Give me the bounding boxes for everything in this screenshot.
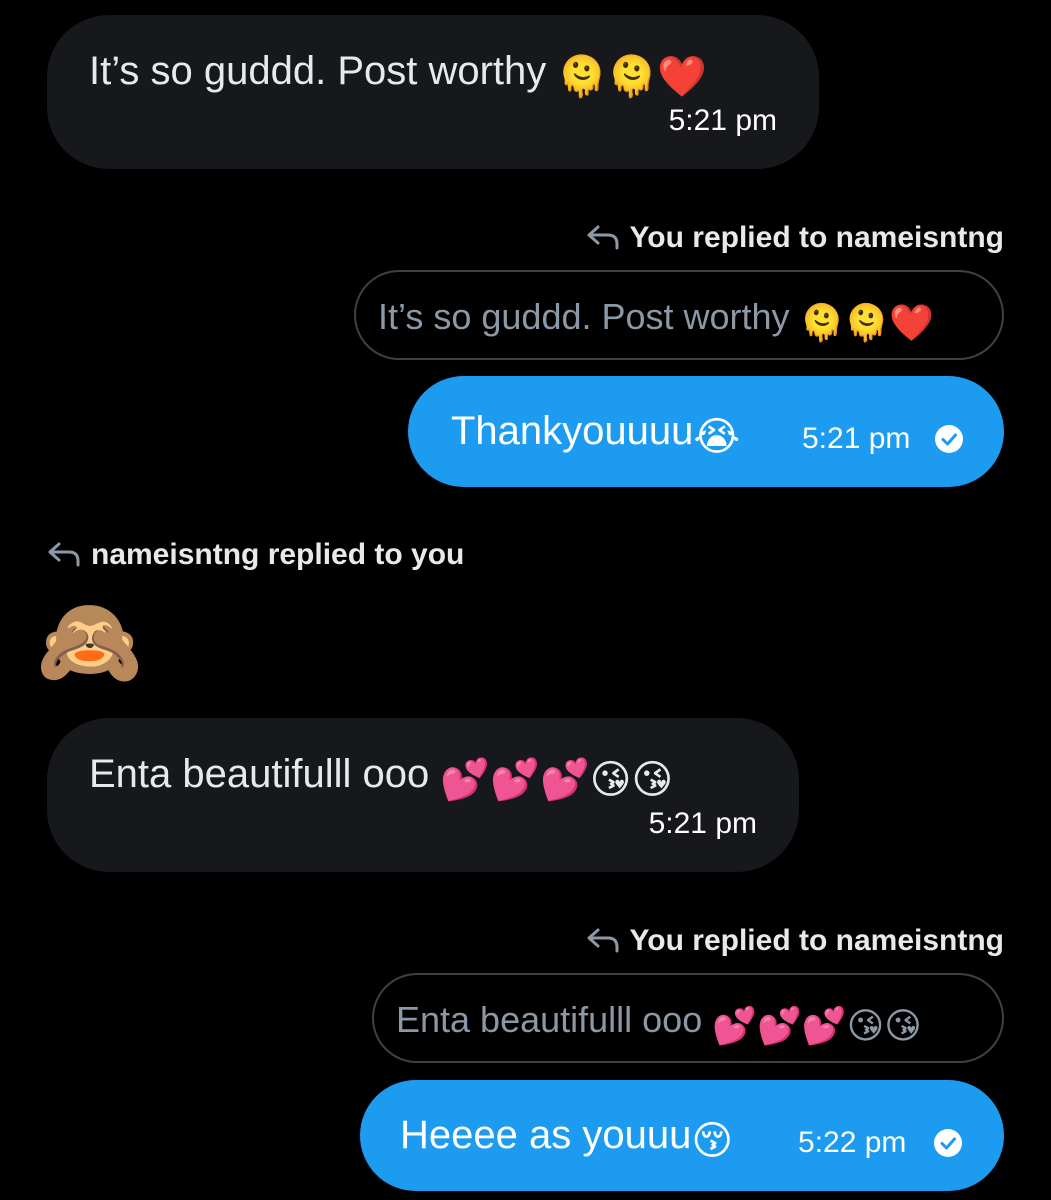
- message-timestamp: 5:22 pm: [798, 1126, 907, 1159]
- monkey-sticker[interactable]: 🙈: [36, 590, 146, 695]
- reply-arrow-icon: [587, 928, 619, 953]
- incoming-message[interactable]: It’s so guddd. Post worthy 🫠🫠❤️ 5:21 pm: [47, 15, 819, 169]
- message-text: Enta beautifulll ooo 💕💕💕😘😘: [89, 750, 673, 804]
- quoted-text: Enta beautifulll ooo 💕💕💕😘😘: [396, 998, 922, 1048]
- reply-header: You replied to nameisntng: [586, 220, 1004, 256]
- reply-label-text: nameisntng replied to you: [91, 538, 465, 571]
- quoted-text: It’s so guddd. Post worthy 🫠🫠❤️: [378, 295, 934, 345]
- message-emojis: 😚: [691, 1119, 734, 1163]
- reply-label-text: You replied to nameisntng: [629, 221, 1004, 254]
- message-body: Heeee as youuu: [400, 1113, 692, 1157]
- message-timestamp: 5:21 pm: [668, 104, 777, 137]
- message-text: It’s so guddd. Post worthy 🫠🫠❤️: [89, 47, 707, 101]
- check-circle-icon: [935, 425, 963, 453]
- message-timestamp: 5:21 pm: [648, 807, 757, 840]
- message-body: Enta beautifulll ooo: [89, 752, 430, 796]
- quoted-message[interactable]: It’s so guddd. Post worthy 🫠🫠❤️: [354, 270, 1004, 360]
- message-text: Heeee as youuu😚: [400, 1111, 733, 1165]
- see-no-evil-monkey-icon: 🙈: [36, 594, 144, 690]
- message-body: It’s so guddd. Post worthy: [89, 49, 547, 93]
- check-circle-icon: [934, 1129, 962, 1157]
- reply-header: nameisntng replied to you: [47, 537, 464, 573]
- message-body: Thankyouuuu: [451, 409, 694, 453]
- quoted-emojis: 💕💕💕😘😘: [712, 1005, 922, 1046]
- message-timestamp: 5:21 pm: [802, 422, 911, 455]
- quoted-body: Enta beautifulll ooo: [396, 999, 703, 1040]
- reply-label-text: You replied to nameisntng: [629, 924, 1004, 957]
- message-emojis: 🫠🫠❤️: [557, 55, 707, 99]
- outgoing-message[interactable]: Heeee as youuu😚 5:22 pm: [360, 1080, 1004, 1191]
- reply-arrow-icon: [48, 542, 80, 567]
- outgoing-message[interactable]: Thankyouuuu😭 5:21 pm: [408, 376, 1004, 487]
- quoted-body: It’s so guddd. Post worthy: [378, 296, 790, 337]
- quoted-message[interactable]: Enta beautifulll ooo 💕💕💕😘😘: [372, 973, 1004, 1063]
- reply-header: You replied to nameisntng: [586, 923, 1004, 959]
- incoming-message[interactable]: Enta beautifulll ooo 💕💕💕😘😘 5:21 pm: [47, 718, 799, 872]
- quoted-emojis: 🫠🫠❤️: [799, 302, 935, 343]
- message-emojis: 💕💕💕😘😘: [440, 758, 674, 802]
- message-text: Thankyouuuu😭: [451, 407, 740, 461]
- message-emojis: 😭: [693, 415, 741, 459]
- reply-arrow-icon: [587, 225, 619, 250]
